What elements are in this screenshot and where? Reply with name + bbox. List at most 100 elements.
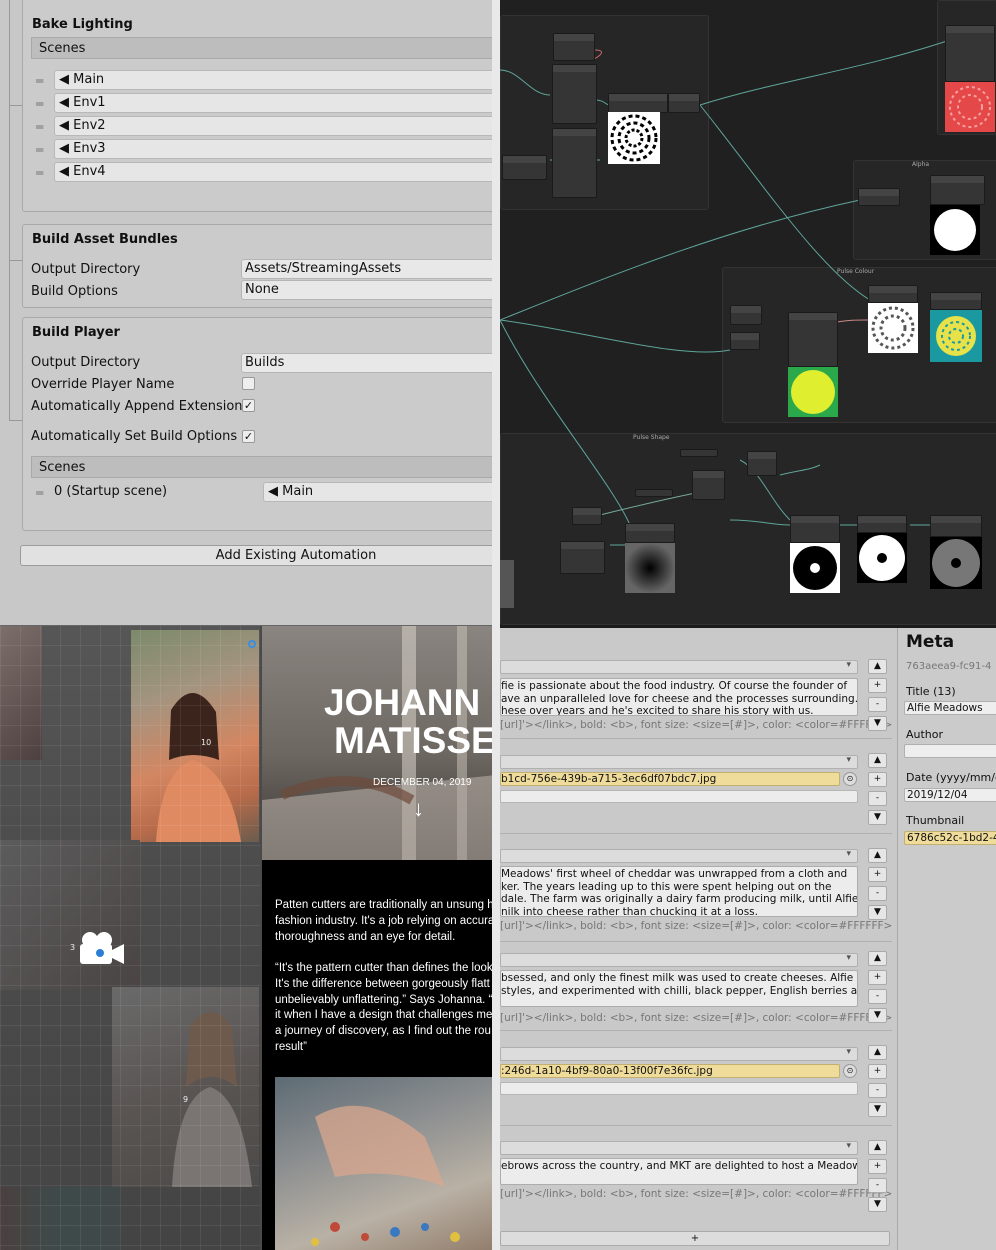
block-type-dropdown[interactable] — [500, 660, 858, 674]
remove-block-button[interactable]: - — [868, 1083, 887, 1098]
image-asset-field[interactable]: :246d-1a10-4bf9-80a0-13f00f7e36fc.jpg — [500, 1064, 840, 1078]
scene-row-env2[interactable]: ◀︎ Env2 — [54, 116, 496, 136]
lerp-node[interactable] — [692, 470, 725, 500]
article-paragraph-line: “It's the pattern cutter than defines th… — [275, 962, 493, 974]
drag-handle-icon[interactable]: ═ — [36, 121, 47, 133]
drag-handle-icon[interactable]: ═ — [36, 75, 47, 87]
move-up-button[interactable]: ▲ — [868, 1045, 887, 1060]
multiply-node[interactable] — [930, 515, 982, 537]
object-picker-icon[interactable]: ⊙ — [843, 772, 857, 786]
move-up-button[interactable]: ▲ — [868, 951, 887, 966]
pivot-handle-icon[interactable] — [248, 640, 256, 648]
multiply-node[interactable] — [930, 292, 982, 310]
add-node[interactable] — [608, 93, 668, 113]
add-existing-automation-button[interactable]: Add Existing Automation — [20, 545, 496, 566]
remap-node[interactable] — [560, 541, 605, 574]
move-down-button[interactable]: ▼ — [868, 716, 887, 731]
insert-block-button[interactable]: + — [868, 678, 887, 693]
remove-block-button[interactable]: - — [868, 1178, 887, 1193]
add-block-button[interactable]: + — [500, 1231, 890, 1246]
scene-index-label: 0 (Startup scene) — [54, 484, 168, 499]
subtract-node[interactable] — [747, 451, 777, 476]
preview-node[interactable] — [572, 507, 602, 525]
move-up-button[interactable]: ▲ — [868, 659, 887, 674]
block-type-dropdown[interactable] — [500, 1047, 858, 1061]
distance-node[interactable] — [625, 523, 675, 543]
remove-block-button[interactable]: - — [868, 886, 887, 901]
block-text-area[interactable]: fie is passionate about the food industr… — [500, 678, 858, 716]
caption-field[interactable] — [500, 1082, 858, 1095]
move-up-button[interactable]: ▲ — [868, 1140, 887, 1155]
preview-node[interactable] — [858, 188, 900, 206]
block-text-area[interactable]: ebrows across the country, and MKT are d… — [500, 1158, 858, 1185]
camera-icon[interactable] — [76, 930, 126, 966]
multiply-node[interactable] — [502, 155, 547, 180]
sample-texture-node[interactable] — [788, 312, 838, 367]
object-picker-icon[interactable]: ⊙ — [843, 1064, 857, 1078]
meta-guid: 763aeea9-fc91-4 — [906, 661, 992, 672]
sample-texture-node[interactable] — [945, 25, 995, 82]
add-node[interactable] — [868, 285, 918, 303]
block-text-area[interactable]: Meadows' first wheel of cheddar was unwr… — [500, 866, 858, 917]
move-down-button[interactable]: ▼ — [868, 1197, 887, 1212]
move-down-button[interactable]: ▼ — [868, 810, 887, 825]
bake-lighting-title: Bake Lighting — [32, 17, 133, 32]
smoothstep-node[interactable] — [790, 515, 840, 543]
move-down-button[interactable]: ▼ — [868, 905, 887, 920]
thumbnail-field[interactable]: 6786c52c-1bd2-4 — [904, 831, 996, 845]
caption-field[interactable] — [500, 790, 858, 803]
unity-scene-icon: ◀︎ — [59, 141, 74, 156]
texture-2d-asset-node[interactable] — [553, 33, 595, 61]
preview-colour-pattern — [930, 310, 982, 362]
set-build-options-checkbox[interactable]: ✓ — [242, 430, 255, 443]
property-node[interactable] — [680, 449, 718, 457]
scene-row-env3[interactable]: ◀︎ Env3 — [54, 139, 496, 159]
drag-handle-icon[interactable]: ═ — [36, 98, 47, 110]
block-type-dropdown[interactable] — [500, 849, 858, 863]
texture-2d-asset-node[interactable] — [730, 305, 762, 325]
remove-block-button[interactable]: - — [868, 989, 887, 1004]
drag-handle-icon[interactable]: ═ — [36, 167, 47, 179]
player-output-field[interactable]: Builds — [241, 353, 496, 373]
image-asset-field[interactable]: b1cd-756e-439b-a715-3ec6df07bdc7.jpg — [500, 772, 840, 786]
insert-block-button[interactable]: + — [868, 970, 887, 985]
smoothstep-node[interactable] — [930, 175, 985, 205]
insert-block-button[interactable]: + — [868, 1159, 887, 1174]
override-player-name-checkbox[interactable] — [242, 377, 255, 390]
property-node[interactable] — [635, 489, 673, 497]
sample-texture-node[interactable] — [552, 64, 597, 124]
saturate-node[interactable] — [668, 93, 700, 113]
drag-handle-icon[interactable]: ═ — [36, 487, 47, 499]
scroll-down-arrow-icon[interactable]: ↓ — [413, 798, 424, 819]
move-down-button[interactable]: ▼ — [868, 1008, 887, 1023]
scene-row-env1[interactable]: ◀︎ Env1 — [54, 93, 496, 113]
scene-row-env4[interactable]: ◀︎ Env4 — [54, 162, 496, 182]
title-label: Title (13) — [906, 685, 956, 698]
player-scene-field[interactable]: ◀︎ Main — [263, 482, 496, 502]
asset-bundle-output-field[interactable]: Assets/StreamingAssets — [241, 259, 496, 279]
author-field[interactable] — [904, 744, 996, 758]
drag-handle-icon[interactable]: ═ — [36, 144, 47, 156]
block-type-dropdown[interactable] — [500, 953, 858, 967]
block-type-dropdown[interactable] — [500, 755, 858, 769]
insert-block-button[interactable]: + — [868, 772, 887, 787]
build-options-dropdown[interactable]: None — [241, 280, 496, 300]
multiply-node[interactable] — [730, 332, 760, 350]
append-extension-checkbox[interactable]: ✓ — [242, 399, 255, 412]
collage-divider — [492, 0, 500, 1250]
move-up-button[interactable]: ▲ — [868, 848, 887, 863]
preview-swirl — [608, 112, 660, 164]
sample-texture-node[interactable] — [552, 128, 597, 198]
one-minus-node[interactable] — [857, 515, 907, 533]
move-up-button[interactable]: ▲ — [868, 753, 887, 768]
date-field[interactable]: 2019/12/04 — [904, 788, 996, 802]
block-type-dropdown[interactable] — [500, 1141, 858, 1155]
move-down-button[interactable]: ▼ — [868, 1102, 887, 1117]
remove-block-button[interactable]: - — [868, 791, 887, 806]
block-text-area[interactable]: bsessed, and only the finest milk was us… — [500, 970, 858, 1007]
title-field[interactable]: Alfie Meadows — [904, 701, 996, 715]
remove-block-button[interactable]: - — [868, 697, 887, 712]
insert-block-button[interactable]: + — [868, 1064, 887, 1079]
insert-block-button[interactable]: + — [868, 867, 887, 882]
scene-row-main[interactable]: ◀︎ Main — [54, 70, 496, 90]
